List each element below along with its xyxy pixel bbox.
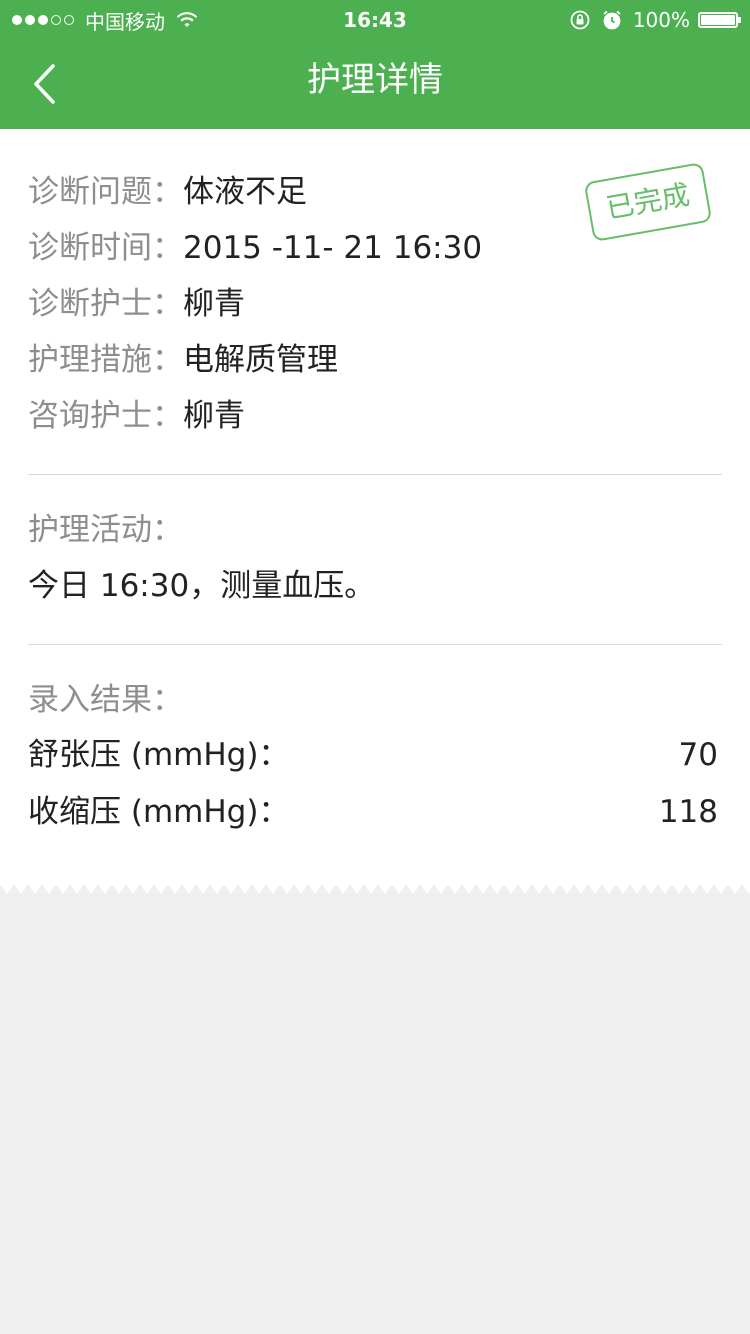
- rotation-lock-icon: [570, 10, 590, 30]
- care-measure-value: 电解质管理: [183, 342, 338, 378]
- status-right: 100%: [569, 0, 741, 40]
- battery-percent: 100%: [632, 8, 690, 32]
- divider: [28, 474, 722, 475]
- diagnosis-problem-label: 诊断问题：: [28, 174, 183, 210]
- page-title: 护理详情: [307, 60, 443, 100]
- systolic-pressure-label: 收缩压 (mmHg)：: [28, 794, 290, 830]
- diagnosis-time-value: 2015 -11- 21 16:30: [183, 230, 483, 266]
- care-activity-text: 今日 16:30，测量血压。: [28, 568, 376, 604]
- diagnosis-problem-row: 诊断问题：体液不足: [28, 172, 307, 212]
- nav-bar: 护理详情: [0, 40, 750, 129]
- care-measure-row: 护理措施：电解质管理: [28, 340, 338, 380]
- care-measure-label: 护理措施：: [28, 342, 183, 378]
- diagnosis-nurse-row: 诊断护士：柳青: [28, 284, 245, 324]
- systolic-pressure-value: 118: [658, 794, 718, 830]
- battery-icon: [698, 12, 741, 28]
- divider: [28, 644, 722, 645]
- consult-nurse-label: 咨询护士：: [28, 398, 183, 434]
- consult-nurse-value: 柳青: [183, 398, 245, 434]
- status-bar: 中国移动 16:43 100%: [0, 0, 750, 40]
- screen: 中国移动 16:43 100% 护理详情 诊断问题：体液不足 诊断时间：2015…: [0, 0, 750, 1334]
- card-torn-edge: [0, 884, 750, 894]
- diagnosis-nurse-label: 诊断护士：: [28, 286, 183, 322]
- diagnosis-nurse-value: 柳青: [183, 286, 245, 322]
- diastolic-pressure-value: 70: [678, 737, 718, 773]
- diagnosis-time-row: 诊断时间：2015 -11- 21 16:30: [28, 228, 482, 268]
- diagnosis-problem-value: 体液不足: [183, 174, 307, 210]
- results-title: 录入结果：: [28, 682, 183, 718]
- alarm-icon: [603, 10, 621, 30]
- diastolic-pressure-row: 舒张压 (mmHg)： 70: [28, 735, 718, 775]
- diagnosis-time-label: 诊断时间：: [28, 230, 183, 266]
- systolic-pressure-row: 收缩压 (mmHg)： 118: [28, 792, 718, 832]
- care-activity-title: 护理活动：: [28, 512, 183, 548]
- diastolic-pressure-label: 舒张压 (mmHg)：: [28, 737, 290, 773]
- consult-nurse-row: 咨询护士：柳青: [28, 396, 245, 436]
